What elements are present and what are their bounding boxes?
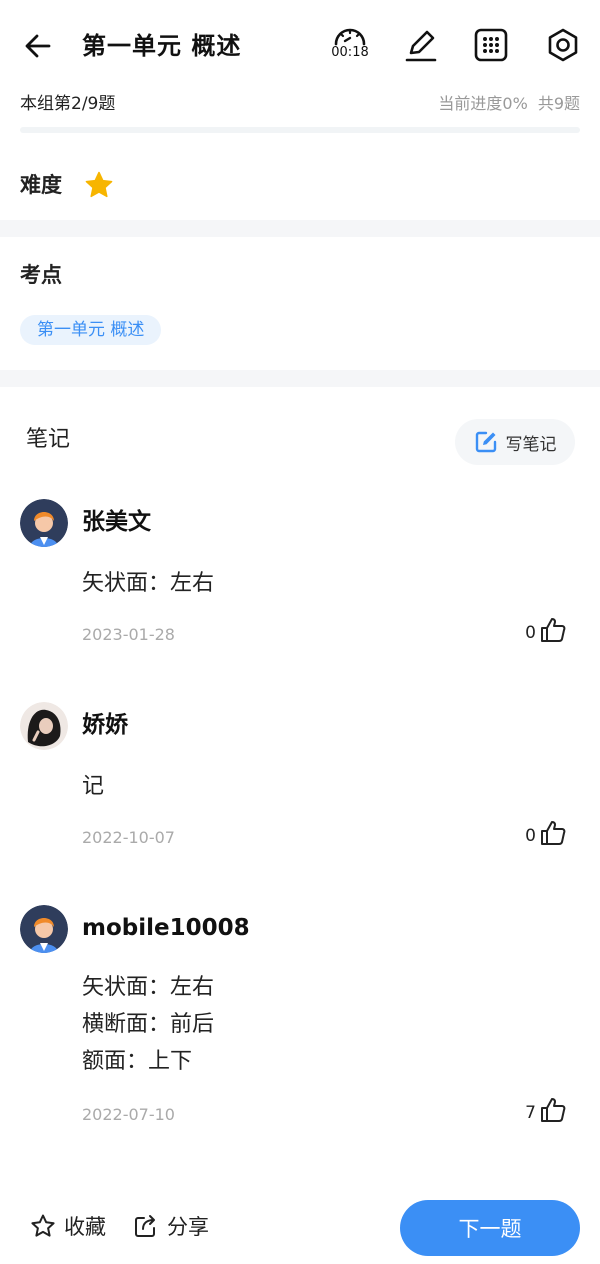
section-divider: [0, 220, 600, 237]
exam-point-section: 考点 第一单元 概述: [0, 237, 600, 370]
note-author: mobile10008: [82, 915, 250, 941]
settings-button[interactable]: [544, 26, 582, 64]
answer-card-button[interactable]: [472, 26, 510, 64]
like-count: 0: [525, 826, 536, 846]
edit-note-icon: [475, 431, 496, 453]
note-content: 矢状面：左右: [82, 565, 214, 602]
thumbs-up-icon: [541, 618, 566, 642]
note-date: 2022-10-07: [82, 828, 175, 847]
bottom-bar: 收藏 分享 下一题: [0, 1194, 600, 1264]
progress-row: 本组第2/9题 当前进度0% 共9题: [0, 90, 600, 118]
favorite-button[interactable]: 收藏: [30, 1206, 106, 1246]
exam-point-tag[interactable]: 第一单元 概述: [20, 315, 162, 345]
back-button[interactable]: [20, 28, 56, 64]
note-line: 矢状面：左右: [82, 571, 215, 596]
like-button[interactable]: 0: [525, 617, 566, 643]
share-icon: [135, 1215, 155, 1237]
favorite-label: 收藏: [64, 1215, 106, 1239]
write-note-label: 写笔记: [505, 434, 557, 455]
timer-text: 00:18: [331, 45, 369, 60]
star-icon: [85, 171, 113, 198]
note-line: 矢状面：左右: [82, 975, 215, 1000]
thumbs-up-icon: [541, 1098, 566, 1122]
pen-icon: [405, 30, 437, 62]
note-line: 记: [82, 774, 105, 799]
note-author: 张美文: [82, 509, 151, 535]
timer-icon: [334, 28, 366, 46]
share-button[interactable]: 分享: [133, 1206, 209, 1246]
note-line: 横断面：前后: [82, 1012, 215, 1037]
exam-point-label: 考点: [20, 263, 62, 287]
edit-button[interactable]: [402, 26, 440, 64]
avatar[interactable]: [20, 499, 68, 547]
note-content: 记: [82, 768, 104, 805]
note-date: 2022-07-10: [82, 1105, 175, 1124]
like-count: 7: [525, 1103, 536, 1123]
next-question-button[interactable]: 下一题: [400, 1200, 580, 1256]
note-author: 娇娇: [82, 712, 128, 738]
avatar[interactable]: [20, 702, 68, 750]
like-button[interactable]: 7: [525, 1097, 566, 1123]
back-arrow-icon: [25, 34, 51, 58]
star-outline-icon: [31, 1214, 55, 1237]
current-progress: 当前进度0%: [438, 94, 528, 113]
group-question-count: 本组第2/9题: [20, 94, 116, 114]
share-label: 分享: [167, 1215, 209, 1239]
total-questions: 共9题: [537, 94, 580, 113]
difficulty-section: 难度: [0, 150, 600, 220]
like-count: 0: [525, 623, 536, 643]
note-content: 矢状面：左右 横断面：前后 额面：上下: [82, 969, 214, 1080]
note-date: 2023-01-28: [82, 625, 175, 644]
grid-icon: [474, 28, 508, 62]
like-button[interactable]: 0: [525, 820, 566, 846]
progress-info: 当前进度0% 共9题: [428, 90, 580, 118]
progress-bar: [20, 127, 580, 133]
note-line: 额面：上下: [82, 1049, 193, 1074]
settings-icon: [548, 28, 578, 62]
write-note-button[interactable]: 写笔记: [455, 419, 575, 465]
thumbs-up-icon: [541, 821, 566, 845]
top-bar: 第一单元 概述 00:18: [0, 0, 600, 92]
difficulty-label: 难度: [20, 173, 62, 197]
notes-section: 笔记 写笔记 张美文 矢状面：左右 2023-01-28 0 娇娇 记 2022…: [0, 387, 600, 1187]
section-divider: [0, 370, 600, 387]
timer[interactable]: 00:18: [328, 22, 372, 70]
notes-title: 笔记: [26, 427, 71, 452]
page-title: 第一单元 概述: [82, 32, 242, 60]
avatar[interactable]: [20, 905, 68, 953]
